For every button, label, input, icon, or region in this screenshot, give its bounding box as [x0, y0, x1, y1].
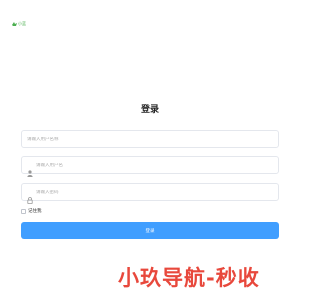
username-field[interactable]	[21, 130, 279, 148]
username-input[interactable]	[27, 136, 227, 142]
user-icon	[27, 162, 33, 177]
logo-icon	[12, 22, 17, 26]
remember-checkbox[interactable]	[21, 208, 26, 214]
password-input[interactable]	[36, 189, 236, 195]
remember-me[interactable]: 记住我	[21, 208, 42, 214]
page-title: 登录	[140, 105, 159, 115]
logo[interactable]: 小蓝	[12, 21, 26, 27]
password-field[interactable]	[21, 183, 279, 204]
lock-icon	[27, 189, 33, 204]
logo-text: 小蓝	[18, 21, 26, 26]
remember-label: 记住我	[28, 209, 42, 214]
account-field[interactable]	[21, 156, 279, 177]
login-button[interactable]: 登录	[21, 222, 279, 239]
watermark-text: 小玖导航-秒收	[118, 266, 260, 290]
account-input[interactable]	[36, 162, 236, 168]
